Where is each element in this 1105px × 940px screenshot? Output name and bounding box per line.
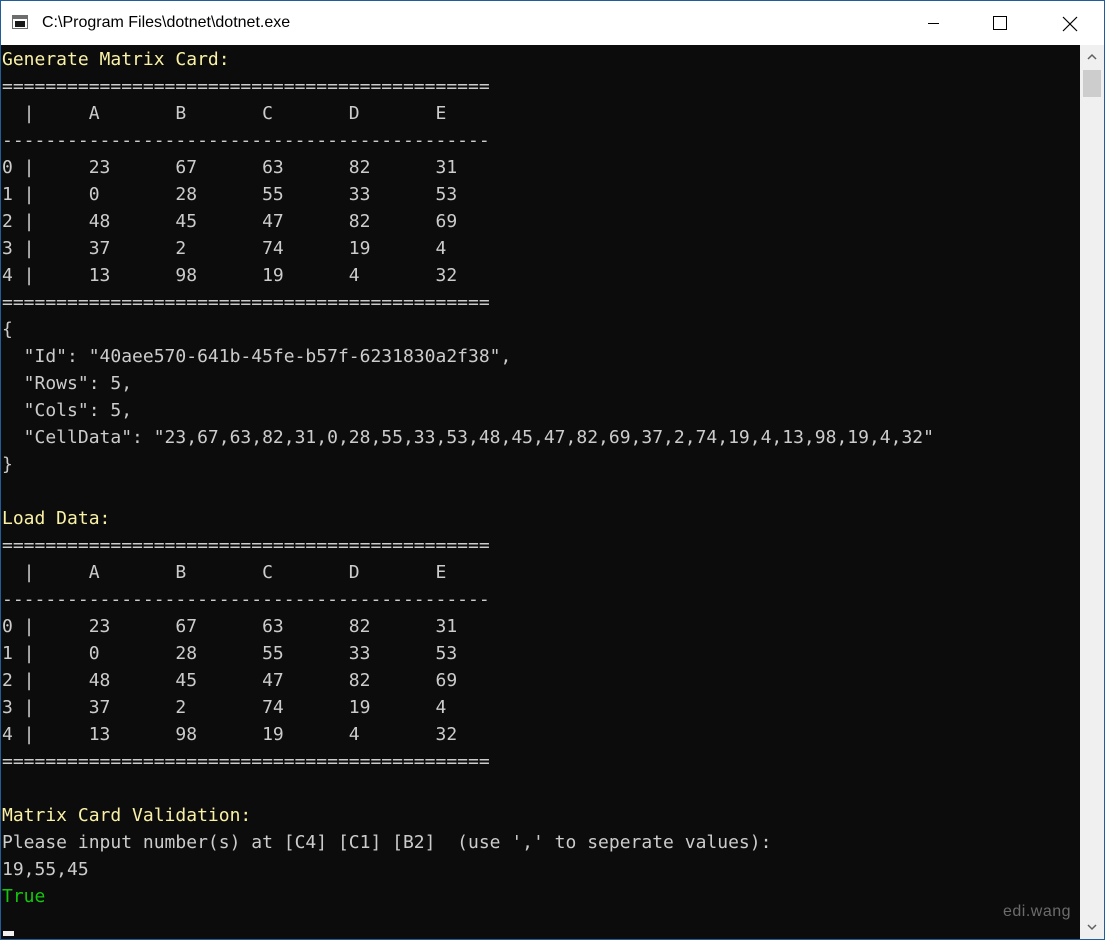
validation-heading: Matrix Card Validation: [2, 805, 252, 826]
table-rule: ----------------------------------------… [2, 130, 490, 151]
maximize-icon [993, 16, 1007, 30]
table-rule: ----------------------------------------… [2, 589, 490, 610]
window-title: C:\Program Files\dotnet\dotnet.exe [42, 14, 291, 31]
table-header: | A B C D E [2, 103, 447, 124]
table-row: 2 | 48 45 47 82 69 [2, 670, 458, 691]
chevron-down-icon [1087, 924, 1097, 931]
json-line: "Rows": 5, [2, 373, 133, 394]
minimize-icon [928, 23, 939, 24]
table-header: | A B C D E [2, 562, 447, 583]
title-bar[interactable]: C:\Program Files\dotnet\dotnet.exe [1, 1, 1104, 45]
table-rule: ========================================… [2, 751, 490, 772]
generate-heading: Generate Matrix Card: [2, 49, 230, 70]
scroll-down-button[interactable] [1080, 915, 1104, 939]
table-rule: ========================================… [2, 292, 490, 313]
table-row: 4 | 13 98 19 4 32 [2, 265, 458, 286]
vertical-scrollbar[interactable] [1080, 45, 1104, 939]
user-input: 19,55,45 [2, 859, 89, 880]
table-row: 1 | 0 28 55 33 53 [2, 184, 458, 205]
table-row: 3 | 37 2 74 19 4 [2, 697, 447, 718]
console-window: C:\Program Files\dotnet\dotnet.exe Gener… [0, 0, 1105, 940]
table-row: 3 | 37 2 74 19 4 [2, 238, 447, 259]
console-app-icon[interactable] [12, 15, 28, 29]
close-icon [1062, 16, 1078, 32]
load-heading: Load Data: [2, 508, 111, 529]
table-rule: ========================================… [2, 76, 490, 97]
watermark: edi.wang [1003, 903, 1072, 920]
input-prompt: Please input number(s) at [C4] [C1] [B2]… [2, 832, 772, 853]
json-line: { [2, 319, 13, 340]
table-row: 2 | 48 45 47 82 69 [2, 211, 458, 232]
validation-result: True [2, 886, 46, 907]
table-row: 4 | 13 98 19 4 32 [2, 724, 458, 745]
json-line: } [2, 454, 13, 475]
json-line: "Cols": 5, [2, 400, 133, 421]
json-line: "Id": "40aee570-641b-45fe-b57f-6231830a2… [2, 346, 512, 367]
table-row: 1 | 0 28 55 33 53 [2, 643, 458, 664]
maximize-button[interactable] [976, 1, 1022, 45]
table-row: 0 | 23 67 63 82 31 [2, 157, 458, 178]
close-button[interactable] [1046, 1, 1092, 45]
console-output[interactable]: Generate Matrix Card: ==================… [1, 45, 1080, 939]
minimize-button[interactable] [910, 1, 956, 45]
table-rule: ========================================… [2, 535, 490, 556]
scrollbar-thumb[interactable] [1083, 70, 1101, 97]
table-row: 0 | 23 67 63 82 31 [2, 616, 458, 637]
text-cursor [3, 931, 14, 936]
scroll-up-button[interactable] [1080, 45, 1104, 69]
json-line: "CellData": "23,67,63,82,31,0,28,55,33,5… [2, 427, 934, 448]
chevron-up-icon [1087, 53, 1097, 60]
